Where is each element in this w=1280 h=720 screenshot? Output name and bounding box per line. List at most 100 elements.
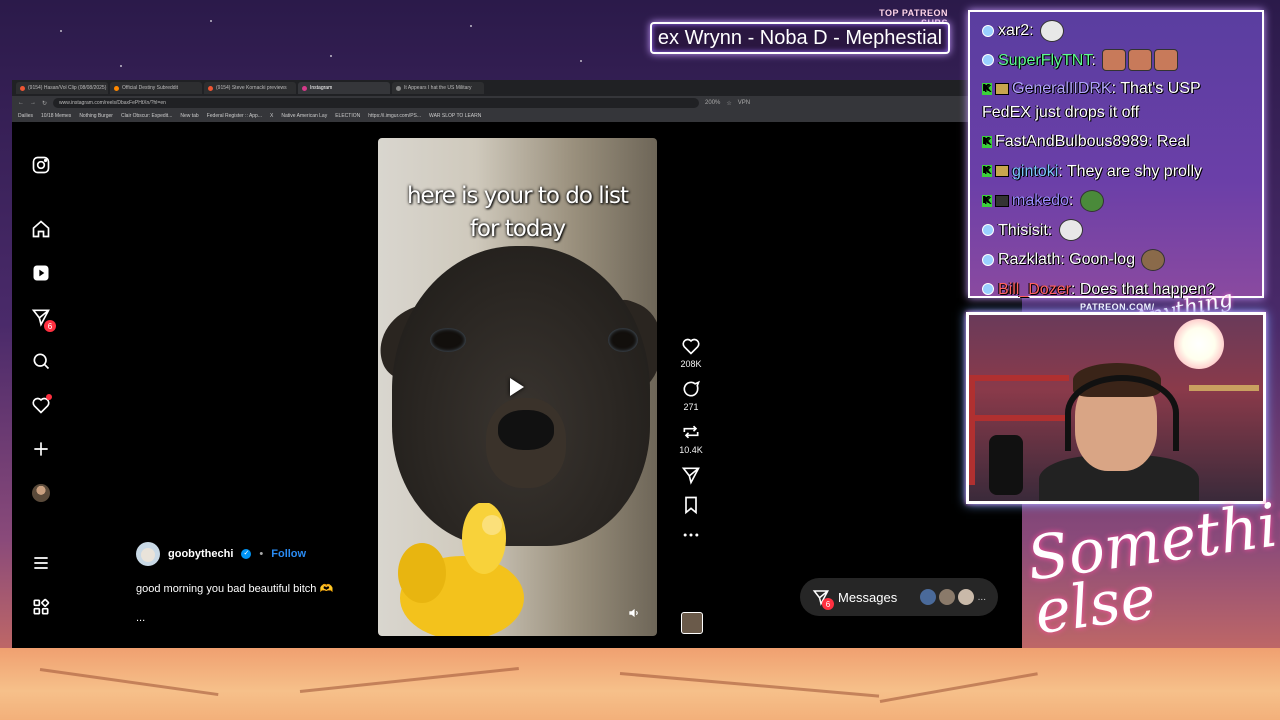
comment-count: 271 <box>683 402 699 412</box>
messages-label: Messages <box>838 589 898 605</box>
bookmark-x[interactable]: X <box>270 113 273 119</box>
notification-dot <box>46 394 52 400</box>
bookmark-election[interactable]: ELECTION <box>335 113 360 119</box>
direct-messages-icon[interactable]: 6 <box>30 306 56 332</box>
webcam-feed <box>966 312 1266 504</box>
url-field[interactable]: www.instagram.com/reels/DbaxFePHtXn/?hl=… <box>53 98 700 108</box>
microphone <box>989 435 1023 495</box>
cat-emote <box>1154 49 1179 72</box>
stream-chat: xar2: SuperFlyTNT: K GeneralIIDRK: That's… <box>968 10 1264 298</box>
tab-bar: (9154) Hasan/Vol Clip (08/08/2025) Offic… <box>12 80 1022 96</box>
chat-message: Razklath: Goon-log <box>982 245 1250 275</box>
reel-author: goobythechi ✓ • Follow <box>136 542 306 566</box>
address-bar: ← → ↻ www.instagram.com/reels/DbaxFePHtX… <box>12 96 1022 110</box>
bookmark-star-icon[interactable]: ☆ <box>726 100 731 107</box>
like-action[interactable]: 208K <box>676 336 706 369</box>
cat-emote <box>1128 49 1153 72</box>
reload-icon[interactable]: ↻ <box>42 100 47 107</box>
author-username[interactable]: goobythechi <box>168 548 233 560</box>
search-icon[interactable] <box>30 350 52 372</box>
something-else-logo: Something else <box>1022 479 1280 649</box>
bookmark-native-american[interactable]: Native American Lay <box>281 113 327 119</box>
audio-thumbnail[interactable] <box>681 612 703 634</box>
volume-icon[interactable] <box>627 606 641 620</box>
save-action[interactable] <box>676 495 706 515</box>
pepe-emote <box>1079 189 1104 212</box>
home-icon[interactable] <box>30 218 52 240</box>
chat-message: K FastAndBulbous8989: Real <box>982 133 1190 150</box>
badge-icon <box>982 24 994 37</box>
back-icon[interactable]: ← <box>18 100 24 106</box>
msg-avatar <box>937 588 956 606</box>
messages-button[interactable]: 6 Messages ... <box>800 578 998 616</box>
reel-video[interactable]: here is your to do list for today <box>378 138 657 636</box>
badge-icon <box>982 253 994 266</box>
zoom-level[interactable]: 200% <box>705 100 720 106</box>
rock-emote <box>1141 248 1166 271</box>
vpn-button[interactable]: VPN <box>738 100 750 106</box>
like-count: 208K <box>680 359 702 369</box>
messages-badge: 6 <box>822 598 834 610</box>
top-patreon-subs: ex Wrynn - Noba D - Mephestial <box>650 22 950 54</box>
bookmark-dailies[interactable]: Dailies <box>18 113 33 119</box>
bookmark-memes[interactable]: 10/18 Memes <box>41 113 71 119</box>
apps-grid-icon[interactable] <box>30 596 52 618</box>
troll-face-emote <box>1058 219 1083 242</box>
messages-icon: 6 <box>812 588 834 610</box>
share-action[interactable] <box>676 465 706 485</box>
forward-icon[interactable]: → <box>30 100 36 106</box>
more-dots-icon <box>683 533 699 537</box>
follow-button[interactable]: Follow <box>271 548 306 560</box>
bookmark-war-slop[interactable]: WAR SLOP TO LEARN <box>429 113 481 119</box>
tab-destiny-subreddit[interactable]: Official Destiny Subreddit <box>110 82 202 94</box>
chat-message: SuperFlyTNT: <box>982 46 1250 76</box>
bookmark-imgur[interactable]: https://i.imgur.com/PS... <box>368 113 421 119</box>
bookmark-federal-register[interactable]: Federal Register :: App... <box>207 113 262 119</box>
instagram-app: 6 here is your to do list for today 208K… <box>12 122 1022 648</box>
browser-window: (9154) Hasan/Vol Clip (08/08/2025) Offic… <box>12 80 1022 648</box>
bookmark-new-tab[interactable]: New tab <box>180 113 198 119</box>
menu-icon[interactable] <box>30 552 52 574</box>
tab-us-military[interactable]: It Appears I hat the US Military <box>392 82 484 94</box>
instagram-logo-icon[interactable] <box>30 154 52 176</box>
repost-action[interactable]: 10.4K <box>676 422 706 455</box>
tab-instagram[interactable]: Instagram <box>298 82 390 94</box>
description-more[interactable]: ... <box>136 612 145 624</box>
repost-icon <box>683 425 699 439</box>
heart-icon <box>682 338 700 355</box>
bookmark-clair-obscur[interactable]: Clair Obscur: Expedit... <box>121 113 172 119</box>
tab-hasan-clip[interactable]: (9154) Hasan/Vol Clip (08/08/2025) <box>16 82 108 94</box>
badge-icon <box>982 224 994 237</box>
heart-notifications-icon[interactable] <box>30 394 52 416</box>
comment-icon <box>683 380 700 397</box>
comment-action[interactable]: 271 <box>676 379 706 412</box>
verified-badge-icon: ✓ <box>241 549 252 559</box>
play-icon[interactable] <box>510 378 524 396</box>
background-ground <box>0 648 1280 720</box>
follow-separator: • <box>259 548 264 560</box>
more-options-action[interactable] <box>676 525 706 545</box>
tab-steve-kornacki[interactable]: (9154) Steve Kornacki previews <box>204 82 296 94</box>
chat-message: Kgintoki: They are shy prolly <box>982 162 1203 180</box>
kick-badge-icon: K <box>982 165 992 178</box>
cat-emote <box>1102 49 1127 72</box>
create-plus-icon[interactable] <box>30 438 52 460</box>
headphones <box>1065 375 1179 451</box>
reel-caption: here is your to do list for today <box>406 183 629 242</box>
profile-avatar[interactable] <box>30 482 52 504</box>
messages-avatars: ... <box>918 588 986 606</box>
reels-icon[interactable] <box>30 262 52 284</box>
messages-more: ... <box>977 591 986 603</box>
dm-badge: 6 <box>44 320 56 332</box>
sub-badge-icon <box>995 165 1009 178</box>
author-avatar[interactable] <box>136 542 160 566</box>
dog-eye-left <box>430 328 466 352</box>
bookmark-icon <box>685 496 697 515</box>
chat-message: Thisisit: <box>982 216 1250 246</box>
sub-badge-icon <box>995 82 1009 95</box>
bookmark-nothing-burger[interactable]: Nothing Burger <box>79 113 113 119</box>
chat-message: xar2: <box>982 16 1250 46</box>
ig-sidebar: 6 <box>12 122 68 648</box>
repost-count: 10.4K <box>679 445 703 455</box>
msg-avatar <box>918 588 937 606</box>
